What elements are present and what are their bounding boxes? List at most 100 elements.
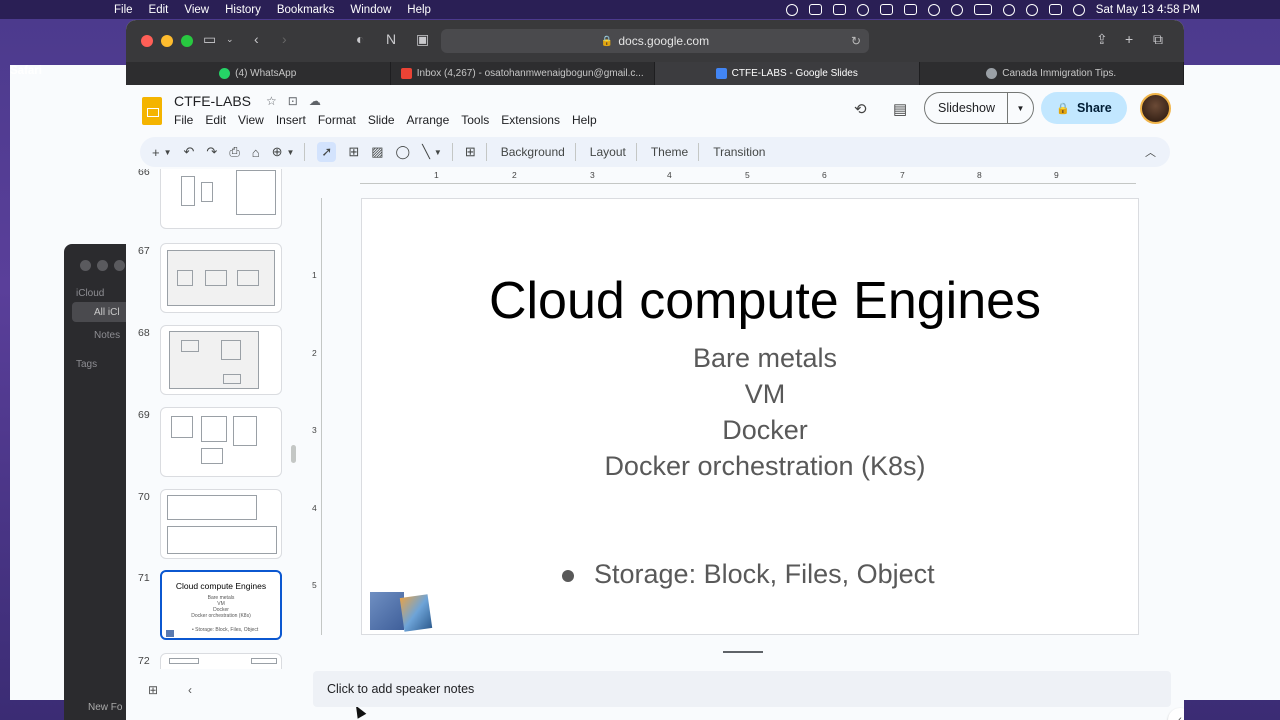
sidebar-icon[interactable]: ▭ — [203, 31, 216, 48]
forward-icon[interactable]: › — [282, 31, 287, 47]
version-history-icon[interactable]: ⟲ — [854, 100, 867, 118]
slide-thumbnail-72[interactable] — [160, 653, 282, 669]
privacy-shield-icon[interactable]: ◐ — [356, 31, 364, 47]
docs-menu-arrange[interactable]: Arrange — [407, 113, 450, 127]
zoom-icon[interactable]: ⊕ — [272, 144, 283, 160]
document-title[interactable]: CTFE-LABS — [174, 93, 251, 109]
paint-format-icon[interactable]: ⌂ — [252, 145, 260, 160]
slide-thumbnail-70[interactable] — [160, 489, 282, 559]
screenshot-extension-icon[interactable]: ▣ — [416, 31, 429, 48]
menu-view[interactable]: View — [184, 4, 209, 16]
menu-edit[interactable]: Edit — [149, 4, 169, 16]
slide-thumbnail-67[interactable] — [160, 243, 282, 313]
browser-tab-whatsapp[interactable]: (4) WhatsApp — [126, 62, 391, 85]
reload-icon[interactable]: ↻ — [851, 34, 861, 48]
slide-title[interactable]: Cloud compute Engines — [362, 271, 1138, 331]
speaker-notes-area[interactable]: Click to add speaker notes — [313, 671, 1171, 707]
back-icon[interactable]: ‹ — [254, 31, 259, 47]
collapse-filmstrip-icon[interactable]: ‹ — [188, 683, 192, 697]
docs-menu-insert[interactable]: Insert — [276, 113, 306, 127]
battery-icon[interactable] — [973, 4, 992, 15]
docs-menu-format[interactable]: Format — [318, 113, 356, 127]
docs-menu-slide[interactable]: Slide — [368, 113, 395, 127]
menu-help[interactable]: Help — [407, 4, 431, 16]
app-status-icon[interactable] — [879, 4, 893, 15]
new-tab-icon[interactable]: + — [1125, 31, 1133, 47]
menu-window[interactable]: Window — [350, 4, 391, 16]
print-icon[interactable]: ⎙ — [229, 144, 239, 160]
notion-extension-icon[interactable]: N — [386, 31, 396, 47]
slide-body-line[interactable]: Docker orchestration (K8s) — [362, 451, 1138, 482]
theme-button[interactable]: Theme — [651, 145, 688, 159]
notes-all-folder[interactable]: All iCl — [94, 307, 120, 318]
new-slide-icon[interactable]: + — [152, 145, 160, 160]
vpn-icon[interactable] — [856, 3, 869, 16]
zoom-dropdown-icon[interactable]: ▼ — [287, 148, 295, 157]
slide-cloud-image[interactable] — [399, 594, 433, 632]
undo-icon[interactable]: ↶ — [184, 144, 195, 160]
zoom-window-button[interactable] — [181, 35, 193, 47]
background-button[interactable]: Background — [501, 145, 565, 159]
slideshow-dropdown-icon[interactable]: ▼ — [1008, 104, 1033, 113]
slide-thumbnail-69[interactable] — [160, 407, 282, 477]
docs-menu-help[interactable]: Help — [572, 113, 597, 127]
browser-tab-gmail[interactable]: Inbox (4,267) - osatohanmwenaigbogun@gma… — [391, 62, 655, 85]
notes-folder[interactable]: Notes — [94, 330, 120, 341]
notes-resize-handle[interactable] — [723, 651, 763, 653]
notes-new-folder-button[interactable]: New Fo — [88, 702, 122, 713]
filmstrip-scrollbar[interactable] — [291, 445, 296, 463]
line-dropdown-icon[interactable]: ▼ — [434, 148, 442, 157]
share-button[interactable]: 🔒 Share — [1041, 92, 1127, 124]
chevron-down-icon[interactable]: ⌄ — [226, 34, 234, 45]
line-icon[interactable]: ╲ — [422, 144, 430, 160]
docs-menu-extensions[interactable]: Extensions — [501, 113, 560, 127]
cloud-saved-icon[interactable]: ☁ — [309, 94, 321, 108]
siri-icon[interactable] — [1072, 3, 1085, 16]
docs-menu-view[interactable]: View — [238, 113, 264, 127]
share-sheet-icon[interactable]: ⇪ — [1096, 31, 1108, 48]
browser-tab-slides[interactable]: CTFE-LABS - Google Slides — [655, 62, 920, 85]
slide-bullet[interactable]: Storage: Block, Files, Object — [562, 559, 935, 590]
layout-button[interactable]: Layout — [590, 145, 626, 159]
wifi-icon[interactable] — [1002, 3, 1015, 16]
menu-bookmarks[interactable]: Bookmarks — [277, 4, 335, 16]
text-box-icon[interactable]: ⊞ — [348, 144, 359, 160]
play-icon[interactable] — [950, 3, 963, 16]
close-window-button[interactable] — [141, 35, 153, 47]
new-slide-dropdown-icon[interactable]: ▼ — [164, 148, 172, 157]
minimize-window-button[interactable] — [161, 35, 173, 47]
browser-tab-canada[interactable]: Canada Immigration Tips. — [920, 62, 1184, 85]
slide-body-line[interactable]: Bare metals — [362, 343, 1138, 374]
side-panel-toggle-icon[interactable]: ‹ — [1168, 708, 1184, 720]
image-icon[interactable]: ▨ — [371, 144, 383, 160]
slide-body-line[interactable]: Docker — [362, 415, 1138, 446]
tab-overview-icon[interactable]: ⧉ — [1153, 31, 1163, 48]
spotlight-search-icon[interactable] — [1025, 3, 1038, 16]
star-icon[interactable]: ☆ — [266, 94, 277, 108]
slide-body-line[interactable]: VM — [362, 379, 1138, 410]
slide-thumbnail-68[interactable] — [160, 325, 282, 395]
grid-view-icon[interactable]: ⊞ — [148, 683, 158, 697]
slide-thumbnail-66[interactable] — [160, 169, 282, 229]
shape-icon[interactable]: ◯ — [396, 144, 411, 160]
account-icon[interactable] — [927, 3, 940, 16]
add-comment-icon[interactable]: ⊞ — [465, 144, 476, 160]
slides-logo-icon[interactable] — [142, 97, 162, 125]
chevron-up-icon[interactable]: ︿ — [1145, 144, 1156, 160]
extension-icon[interactable] — [832, 4, 846, 15]
control-center-icon[interactable] — [1048, 4, 1062, 15]
slideshow-button[interactable]: Slideshow ▼ — [924, 92, 1034, 124]
lock-status-icon[interactable] — [808, 4, 822, 15]
shield-icon[interactable] — [903, 4, 917, 15]
docs-menu-edit[interactable]: Edit — [205, 113, 226, 127]
status-icon[interactable] — [785, 3, 798, 16]
address-bar[interactable]: 🔒 docs.google.com ↻ — [441, 29, 869, 53]
menu-file[interactable]: File — [114, 4, 133, 16]
menu-history[interactable]: History — [225, 4, 261, 16]
slide-thumbnail-71[interactable]: Cloud compute Engines Bare metals VM Doc… — [160, 570, 282, 640]
redo-icon[interactable]: ↷ — [206, 144, 217, 160]
move-folder-icon[interactable]: ⊡ — [288, 94, 298, 108]
docs-menu-file[interactable]: File — [174, 113, 193, 127]
docs-menu-tools[interactable]: Tools — [461, 113, 489, 127]
transition-button[interactable]: Transition — [713, 145, 765, 159]
